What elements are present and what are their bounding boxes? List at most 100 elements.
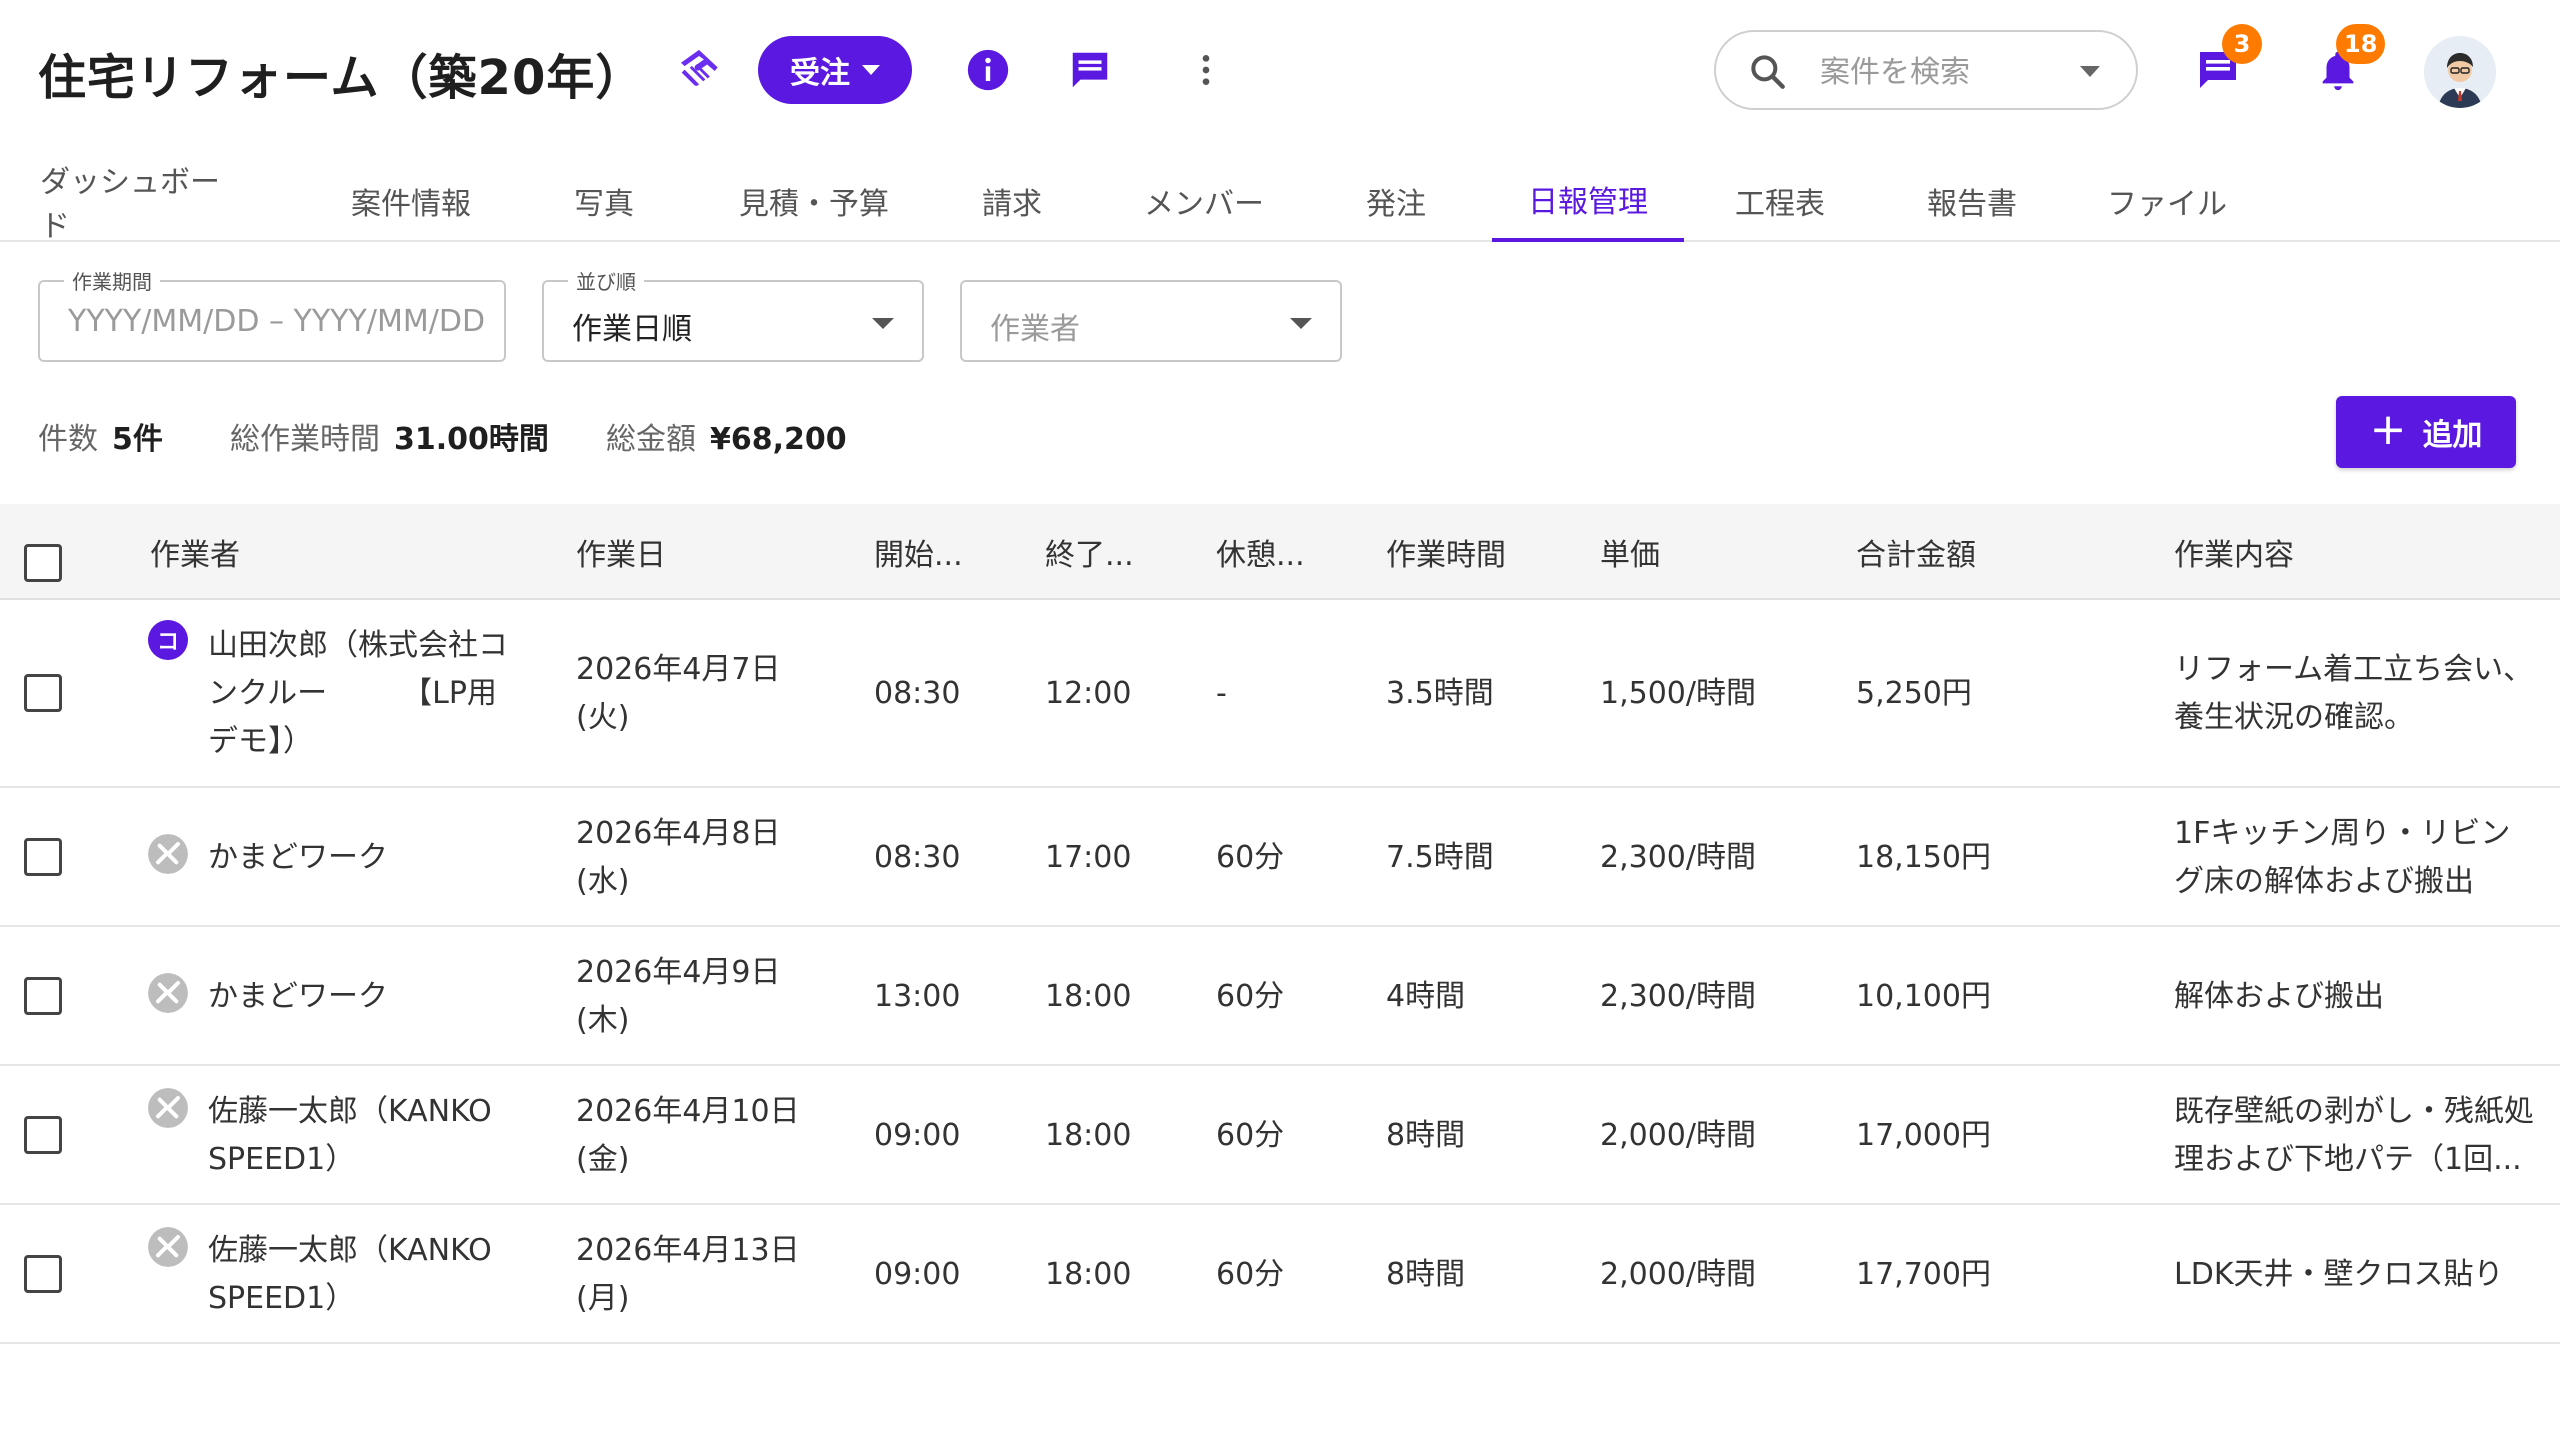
row-checkbox[interactable]: [24, 674, 62, 712]
row-checkbox[interactable]: [24, 1116, 62, 1154]
sort-select[interactable]: 並び順 作業日順: [542, 266, 924, 362]
tab-reports[interactable]: 報告書: [1912, 160, 2032, 242]
wrench-icon: [148, 1088, 188, 1128]
caret-down-icon: [1290, 318, 1312, 329]
column-header-date[interactable]: 作業日: [576, 504, 666, 600]
wrench-icon: [148, 1227, 188, 1267]
row-checkbox[interactable]: [24, 1255, 62, 1293]
start-time: 08:30: [874, 676, 961, 711]
handshake-icon[interactable]: [672, 42, 726, 96]
summary-amount: 総金額 ¥68,200: [606, 414, 847, 458]
tab-photos[interactable]: 写真: [544, 160, 664, 242]
tab-schedule[interactable]: 工程表: [1720, 160, 1840, 242]
column-header-end[interactable]: 終了...: [1045, 504, 1134, 600]
table-row[interactable]: コ 山田次郎（株式会社コンクルー 【LP用デモ】） 2026年4月7日(火) 0…: [0, 600, 2560, 788]
work-content: 既存壁紙の剥がし・残紙処理および下地パテ（1回...: [2174, 1094, 2534, 1177]
period-filter[interactable]: 作業期間 YYYY/MM/DD – YYYY/MM/DD: [38, 266, 506, 362]
tab-members[interactable]: メンバー: [1126, 160, 1282, 242]
unit-rate: 2,000/時間: [1600, 1118, 1756, 1153]
total-amount: 18,150円: [1856, 840, 1991, 875]
hours-label: 総作業時間: [230, 422, 380, 457]
tab-daily-reports[interactable]: 日報管理: [1492, 160, 1684, 242]
wrench-icon: [148, 834, 188, 874]
column-header-start[interactable]: 開始...: [874, 504, 963, 600]
break-time: 60分: [1216, 840, 1285, 875]
tab-project-info[interactable]: 案件情報: [336, 160, 486, 242]
column-header-total[interactable]: 合計金額: [1856, 504, 1976, 600]
start-time: 09:00: [874, 1118, 961, 1153]
worker-select[interactable]: 作業者: [960, 280, 1342, 362]
period-filter-placeholder: YYYY/MM/DD – YYYY/MM/DD: [68, 304, 486, 339]
work-date: 2026年4月7日(火): [576, 652, 781, 735]
search-input[interactable]: [1820, 50, 2060, 94]
tab-bar: ダッシュボード 案件情報 写真 見積・予算 請求 メンバー 発注 日報管理 工程…: [0, 160, 2560, 244]
break-time: 60分: [1216, 979, 1285, 1014]
worker-name: 佐藤一太郎（KANKO SPEED1）: [208, 1233, 492, 1316]
start-time: 08:30: [874, 840, 961, 875]
row-checkbox[interactable]: [24, 977, 62, 1015]
work-content: LDK天井・壁クロス貼り: [2174, 1257, 2504, 1292]
worker-name: 山田次郎（株式会社コンクルー 【LP用デモ】）: [208, 628, 508, 759]
status-label: 受注: [790, 56, 850, 91]
work-date: 2026年4月9日(木): [576, 955, 781, 1038]
table-row[interactable]: かまどワーク 2026年4月9日(木) 13:00 18:00 60分 4時間 …: [0, 927, 2560, 1066]
tab-dashboard[interactable]: ダッシュボード: [40, 160, 236, 244]
info-icon[interactable]: [962, 44, 1014, 96]
sort-select-value: 作業日順: [572, 312, 692, 347]
worker-name: かまどワーク: [208, 979, 388, 1014]
tab-orders[interactable]: 発注: [1336, 160, 1456, 242]
break-time: 60分: [1216, 1118, 1285, 1153]
caret-down-icon: [862, 65, 880, 75]
end-time: 17:00: [1045, 840, 1132, 875]
hours-value: 31.00時間: [394, 422, 549, 457]
status-dropdown-button[interactable]: 受注: [758, 36, 912, 104]
break-time: 60分: [1216, 1257, 1285, 1292]
table-row[interactable]: 佐藤一太郎（KANKO SPEED1） 2026年4月10日(金) 09:00 …: [0, 1066, 2560, 1205]
project-title: 住宅リフォーム（築20年）: [38, 50, 645, 106]
column-header-break[interactable]: 休憩...: [1216, 504, 1305, 600]
row-checkbox[interactable]: [24, 838, 62, 876]
column-header-hours[interactable]: 作業時間: [1386, 504, 1506, 600]
count-value: 5件: [112, 422, 163, 457]
column-header-worker[interactable]: 作業者: [150, 504, 240, 600]
work-content: リフォーム着工立ち会い、養生状況の確認。: [2174, 652, 2534, 735]
plus-icon: +: [2369, 404, 2407, 455]
column-header-content[interactable]: 作業内容: [2174, 504, 2294, 600]
total-amount: 17,000円: [1856, 1118, 1991, 1153]
table-row[interactable]: 佐藤一太郎（KANKO SPEED1） 2026年4月13日(月) 09:00 …: [0, 1205, 2560, 1344]
work-hours: 4時間: [1386, 979, 1466, 1014]
column-header-rate[interactable]: 単価: [1600, 504, 1660, 600]
work-content: 1Fキッチン周り・リビング床の解体および搬出: [2174, 816, 2511, 899]
sort-select-label: 並び順: [568, 266, 644, 295]
worker-select-placeholder: 作業者: [990, 312, 1080, 347]
end-time: 18:00: [1045, 979, 1132, 1014]
amount-label: 総金額: [606, 422, 696, 457]
search-box[interactable]: [1714, 30, 2138, 110]
amount-value: ¥68,200: [710, 422, 847, 457]
tab-billing[interactable]: 請求: [952, 160, 1072, 242]
more-vertical-icon[interactable]: [1180, 44, 1232, 96]
comment-icon[interactable]: [1064, 44, 1116, 96]
work-date: 2026年4月13日(月): [576, 1233, 800, 1316]
total-amount: 17,700円: [1856, 1257, 1991, 1292]
work-hours: 8時間: [1386, 1118, 1466, 1153]
tab-files[interactable]: ファイル: [2092, 160, 2242, 242]
work-date: 2026年4月10日(金): [576, 1094, 800, 1177]
work-hours: 8時間: [1386, 1257, 1466, 1292]
tab-estimate-budget[interactable]: 見積・予算: [716, 160, 912, 242]
work-hours: 3.5時間: [1386, 676, 1494, 711]
add-button-label: 追加: [2422, 418, 2483, 453]
unit-rate: 2,300/時間: [1600, 979, 1756, 1014]
table-row[interactable]: かまどワーク 2026年4月8日(水) 08:30 17:00 60分 7.5時…: [0, 788, 2560, 927]
add-button[interactable]: + 追加: [2336, 396, 2516, 468]
summary-hours: 総作業時間 31.00時間: [230, 414, 549, 458]
end-time: 18:00: [1045, 1118, 1132, 1153]
unit-rate: 2,300/時間: [1600, 840, 1756, 875]
search-dropdown-icon[interactable]: [2080, 66, 2100, 77]
app-header: 住宅リフォーム（築20年） 受注 3 18: [0, 0, 2560, 140]
user-avatar[interactable]: [2424, 36, 2496, 108]
select-all-checkbox[interactable]: [24, 544, 62, 582]
notification-badge: 18: [2336, 24, 2386, 64]
total-amount: 5,250円: [1856, 676, 1972, 711]
unit-rate: 1,500/時間: [1600, 676, 1756, 711]
